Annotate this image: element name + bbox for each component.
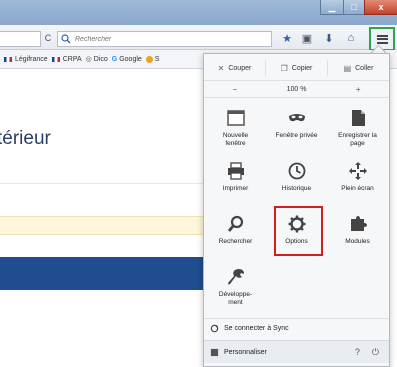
url-bar[interactable] xyxy=(0,31,41,47)
new-window-item[interactable]: Nouvelle fenêtre xyxy=(205,108,266,148)
customize-icon xyxy=(210,348,219,356)
main-menu-panel: ✕ Couper ❐ Copier ▤ Coller − 100 % + Nou… xyxy=(203,53,390,367)
bookmark-star-icon[interactable]: ★ xyxy=(280,31,294,45)
fullscreen-item[interactable]: Plein écran xyxy=(327,161,388,193)
private-window-label: Fenêtre privée xyxy=(275,132,318,139)
save-page-icon xyxy=(351,110,365,126)
sync-signin-item[interactable]: Se connecter à Sync xyxy=(204,318,389,337)
sync-label: Se connecter à Sync xyxy=(224,324,289,332)
search-label: Rechercher xyxy=(218,238,253,245)
minimize-button[interactable]: ▁ xyxy=(320,0,344,15)
save-page-label-line2: page xyxy=(350,140,365,147)
cut-label: Couper xyxy=(228,64,252,72)
quit-power-icon[interactable]: ⏻ xyxy=(372,347,379,358)
wrench-icon xyxy=(227,269,244,285)
print-label: Imprimer xyxy=(222,185,249,192)
maximize-icon: □ xyxy=(351,2,357,12)
navigation-toolbar: C ★ ▣ ⬇ ⌂ xyxy=(0,25,397,51)
cut-button[interactable]: ✕ Couper xyxy=(204,60,266,76)
google-icon: G xyxy=(111,55,118,63)
bookmark-s[interactable]: S xyxy=(145,55,160,63)
notice-band xyxy=(0,216,205,235)
zoom-in-button[interactable]: + xyxy=(327,81,389,97)
new-window-icon xyxy=(226,110,245,126)
help-icon[interactable]: ? xyxy=(355,347,360,357)
search-item[interactable]: Rechercher xyxy=(205,214,266,246)
search-icon xyxy=(61,34,71,44)
customize-button[interactable]: Personnaliser xyxy=(204,348,267,357)
reload-icon: C xyxy=(44,33,52,43)
new-window-label-line1: Nouvelle xyxy=(222,132,249,139)
paste-button[interactable]: ▤ Coller xyxy=(328,60,389,76)
reload-button[interactable]: C xyxy=(42,31,54,45)
copy-button[interactable]: ❐ Copier xyxy=(266,60,328,76)
flag-fr-icon xyxy=(4,56,12,62)
paste-label: Coller xyxy=(355,64,374,72)
scissors-icon: ✕ xyxy=(217,63,225,73)
bookmark-crpa[interactable]: CRPA xyxy=(51,55,82,63)
divider xyxy=(0,183,205,184)
history-label: Historique xyxy=(281,185,312,192)
private-mask-icon xyxy=(288,114,305,122)
search-input[interactable] xyxy=(75,35,255,43)
private-window-item[interactable]: Fenêtre privée xyxy=(266,108,327,140)
zoom-controls: − 100 % + xyxy=(204,80,389,98)
maximize-button[interactable]: □ xyxy=(343,0,365,15)
copy-label: Copier xyxy=(291,64,313,72)
options-highlight-box xyxy=(274,206,323,256)
home-icon[interactable]: ⌂ xyxy=(344,31,358,45)
sync-icon xyxy=(210,324,219,332)
addons-item[interactable]: Modules xyxy=(327,214,388,246)
bookmark-label: Dico xyxy=(93,55,108,63)
printer-icon xyxy=(227,162,244,180)
search-bar[interactable] xyxy=(57,31,272,47)
downloads-icon[interactable]: ⬇ xyxy=(322,31,336,45)
copy-icon: ❐ xyxy=(280,63,288,73)
orange-dot-icon xyxy=(145,55,153,63)
menu-footer: Personnaliser ? ⏻ xyxy=(204,340,389,363)
edit-controls: ✕ Couper ❐ Copier ▤ Coller xyxy=(204,60,389,76)
bookmark-label: S xyxy=(154,55,160,63)
print-item[interactable]: Imprimer xyxy=(205,161,266,193)
bookmark-label: Google xyxy=(119,55,142,63)
bookmark-google[interactable]: G Google xyxy=(112,56,142,63)
history-clock-icon xyxy=(288,162,305,180)
zoom-out-button[interactable]: − xyxy=(204,81,266,97)
flag-fr-icon xyxy=(51,56,60,62)
dico-icon: ◎ xyxy=(85,56,92,63)
page-heading: térieur xyxy=(0,128,51,149)
magnifier-icon xyxy=(227,215,243,232)
save-page-label-line1: Enregistrer la xyxy=(338,132,377,139)
navigation-band xyxy=(0,257,205,290)
bookmark-legifrance[interactable]: Légifrance xyxy=(4,56,48,63)
paste-icon: ▤ xyxy=(343,63,352,73)
history-item[interactable]: Historique xyxy=(266,161,327,193)
puzzle-piece-icon xyxy=(350,216,367,231)
save-page-item[interactable]: Enregistrer la page xyxy=(327,108,388,148)
new-window-label-line2: fenêtre xyxy=(225,140,246,147)
developer-label-line1: Développe- xyxy=(218,291,253,298)
bookmarks-menu-icon[interactable]: ▣ xyxy=(300,31,314,45)
bookmark-label: CRPA xyxy=(62,55,82,63)
developer-label-line2: ment xyxy=(228,299,243,306)
developer-item[interactable]: Développe- ment xyxy=(205,267,266,307)
close-button[interactable]: x xyxy=(364,0,397,15)
addons-label: Modules xyxy=(345,238,370,245)
window-titlebar: ▁ □ x xyxy=(0,0,397,25)
hamburger-icon xyxy=(376,34,388,44)
bookmark-label: Légifrance xyxy=(15,55,48,63)
fullscreen-label: Plein écran xyxy=(341,185,374,192)
bookmark-dico[interactable]: ◎ Dico xyxy=(85,55,108,64)
customize-label: Personnaliser xyxy=(224,348,267,356)
minimize-icon: ▁ xyxy=(328,1,336,12)
close-icon: x xyxy=(378,2,384,12)
zoom-reset-button[interactable]: 100 % xyxy=(266,81,328,97)
fullscreen-icon xyxy=(348,162,367,180)
